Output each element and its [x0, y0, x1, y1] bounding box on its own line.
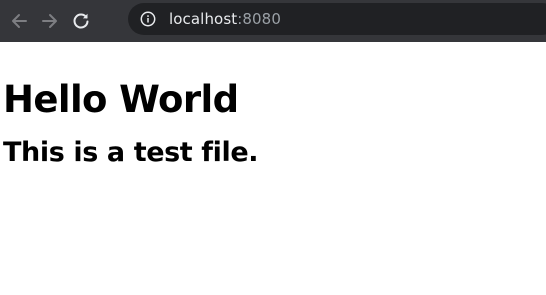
url-text[interactable]: localhost:8080 — [169, 10, 281, 28]
address-bar[interactable]: localhost:8080 — [128, 3, 546, 35]
arrow-left-icon — [12, 14, 27, 28]
url-port: :8080 — [237, 10, 281, 28]
page-content: Hello World This is a test file. — [0, 78, 546, 170]
reload-button[interactable] — [70, 10, 92, 32]
page-subheading: This is a test file. — [3, 137, 259, 168]
reload-icon — [73, 13, 89, 29]
back-button[interactable] — [8, 10, 30, 32]
forward-button[interactable] — [39, 10, 61, 32]
browser-toolbar: localhost:8080 — [0, 0, 546, 42]
info-icon[interactable] — [140, 11, 156, 27]
page-heading: Hello World — [3, 78, 239, 121]
arrow-right-icon — [42, 14, 57, 28]
url-host: localhost — [169, 10, 238, 28]
